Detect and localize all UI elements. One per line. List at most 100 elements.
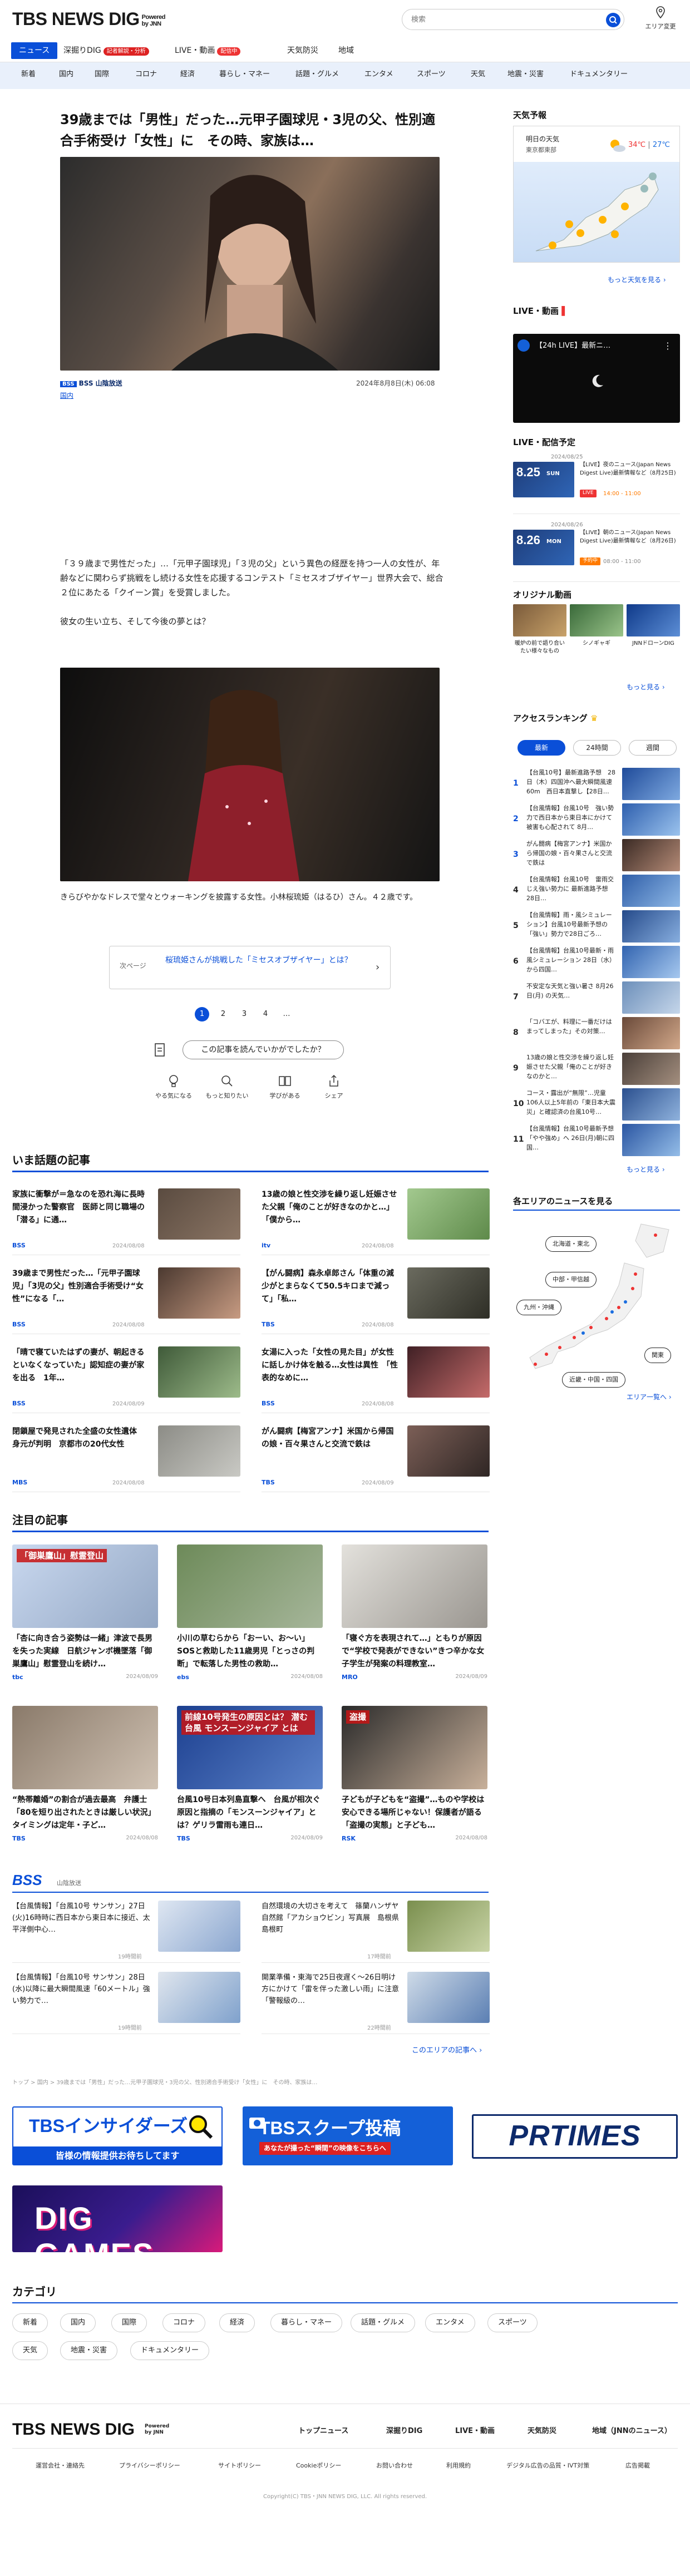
- ranking-tab-weekly[interactable]: 週間: [629, 740, 677, 756]
- ranking-tab-latest[interactable]: 最新: [518, 740, 565, 756]
- breadcrumb[interactable]: トップ > 国内 > 39歳までは「男性」だった…元甲子園球児・3児の父、性別適…: [12, 2079, 491, 2088]
- category-button[interactable]: 地震・災害: [60, 2341, 118, 2360]
- original-video-card[interactable]: シノギャギ: [570, 604, 623, 648]
- bss-card[interactable]: 自然環境の大切さを考えて 篠蘭ハンザヤ自然館「アカショウビン」写真展 島根県島根…: [262, 1901, 490, 1963]
- ranking-item[interactable]: 10 コース・露出が“無限”…児童106人以上5年前の「東日本大震災」と確認済の台…: [513, 1088, 680, 1124]
- ranking-tab-24h[interactable]: 24時間: [573, 740, 621, 756]
- footer-link-cookie[interactable]: Cookieポリシー: [296, 2461, 341, 2470]
- region-kyushu[interactable]: 九州・沖縄: [516, 1300, 561, 1315]
- bss-card[interactable]: 【台風情報】「台風10号 サンサン」28日(水)以降に最大瞬間風速「60メートル…: [12, 1972, 240, 2034]
- original-video-card[interactable]: JNNドローンDIG: [627, 604, 680, 648]
- bss-card[interactable]: 【台風情報】「台風10号 サンサン」27日(火)16時時に西日本から東日本に接近…: [12, 1901, 240, 1963]
- footer-link-privacy[interactable]: プライバシーポリシー: [119, 2461, 180, 2470]
- category-button[interactable]: 話題・グルメ: [351, 2313, 416, 2332]
- trending-card[interactable]: 閉鎖屋で発見された全盛の女性遺体 身元が判明 京都市の20代女性 MBS 2024/…: [12, 1425, 240, 1492]
- footer-link-ad-quality[interactable]: デジタル広告の品質・IVT対策: [506, 2461, 589, 2470]
- insiders-banner[interactable]: TBSインサイダーズ 皆様の情報提供お待ちしてます: [12, 2106, 223, 2165]
- ranking-item[interactable]: 6 【台風情報】台風10号最新・雨風シミュレーション 28日（水）から四国…: [513, 946, 680, 981]
- ranking-item[interactable]: 11 【台風情報】台風10号最新予想「やや強め」へ 26日(月)朝に四国…: [513, 1124, 680, 1159]
- nav-weather[interactable]: 天気防災: [279, 42, 326, 59]
- category-button[interactable]: 天気: [12, 2341, 48, 2360]
- region-hokkaido-tohoku[interactable]: 北海道・東北: [545, 1236, 597, 1252]
- category-button[interactable]: ドキュメンタリー: [130, 2341, 210, 2360]
- reaction-curious[interactable]: もっと知りたい: [205, 1074, 249, 1101]
- category-button[interactable]: 暮らし・マネー: [270, 2313, 343, 2332]
- article-category[interactable]: 国内: [60, 391, 73, 401]
- weather-widget[interactable]: 明日の天気 東京都東部 34℃ | 27℃: [513, 126, 680, 263]
- bss-more-link[interactable]: このエリアの記事へ ›: [412, 2045, 482, 2056]
- site-logo[interactable]: TBS NEWS DIG Powered by JNN: [12, 9, 166, 29]
- reaction-learned[interactable]: 学びがある: [263, 1074, 307, 1101]
- page-2[interactable]: 2: [216, 1007, 230, 1021]
- footer-nav-region[interactable]: 地域（JNNのニュース）: [592, 2426, 672, 2437]
- weather-more-link[interactable]: もっと天気を見る ›: [608, 275, 666, 285]
- footer-link-site-policy[interactable]: サイトポリシー: [218, 2461, 261, 2470]
- cat-corona[interactable]: コロナ: [135, 69, 157, 80]
- bss-card[interactable]: 開業準備・東海で25日夜遅く〜26日明け方にかけて「雷を伴った激しい雨」に注意 …: [262, 1972, 490, 2034]
- nav-news[interactable]: ニュース: [11, 42, 58, 59]
- page-3[interactable]: 3: [237, 1007, 252, 1021]
- category-button[interactable]: スポーツ: [487, 2313, 538, 2332]
- nav-live[interactable]: LIVE・動画 配信中: [167, 42, 248, 59]
- original-video-card[interactable]: 暖炉の前で語り合いたい様々なもの: [513, 604, 566, 655]
- cat-international[interactable]: 国際: [95, 69, 109, 80]
- article-source[interactable]: BSS BSS 山陰放送: [60, 378, 122, 389]
- search-button[interactable]: [606, 13, 620, 27]
- ranking-item[interactable]: 7 不安定な天気と強い暑さ 8月26日(月) の天気…: [513, 981, 680, 1017]
- more-vert-icon[interactable]: ⋮: [663, 339, 672, 353]
- ranking-item[interactable]: 4 【台風情報】台風10号 雷雨交じえ強い勢力に 最新進路予想 28日…: [513, 875, 680, 910]
- footer-nav-live[interactable]: LIVE・動画: [455, 2426, 495, 2437]
- category-button[interactable]: 国内: [60, 2313, 96, 2332]
- trending-card[interactable]: 女湯に入った「女性の見た目」が女性に話しかけ体を触る…女性は異性 「性表的なめに…: [262, 1346, 490, 1413]
- cat-tenki[interactable]: 天気: [471, 69, 485, 80]
- prtimes-banner[interactable]: PRTIMES: [472, 2114, 678, 2159]
- featured-card[interactable]: 盗撮 子どもが子どもを“盗撮”…ものや学校は安心できる場所じゃない！保護者が語る「…: [342, 1706, 487, 1845]
- footer-link-ads[interactable]: 広告掲載: [625, 2461, 650, 2470]
- page-1[interactable]: 1: [195, 1007, 209, 1021]
- scoop-banner[interactable]: TBSスクープ投稿 あなたが撮った“瞬間”の映像をこちらへ: [243, 2106, 453, 2165]
- area-change-button[interactable]: エリア変更: [641, 6, 680, 31]
- footer-link-company[interactable]: 運営会社・連絡先: [36, 2461, 85, 2470]
- featured-card[interactable]: 「寝ぐ方を表現されて…」ともりが原因で“学校で発表ができない”きつ辛かな女子学生…: [342, 1544, 487, 1684]
- nav-region[interactable]: 地域: [331, 42, 362, 59]
- next-page-link[interactable]: 次ページ 桜琉姫さんが挑戦した「ミセスオブザイヤー」とは？ ›: [109, 946, 391, 989]
- search-box[interactable]: [402, 9, 624, 30]
- featured-card[interactable]: 「御巣鷹山」慰霊登山 「杏に向き合う姿勢は一緒」津波で長男を失った実線 日航ジャン…: [12, 1544, 158, 1684]
- live-video-player[interactable]: 【24h LIVE】最新ニ… ⋮: [513, 334, 680, 423]
- cat-ent[interactable]: エンタメ: [364, 69, 393, 80]
- region-kinki[interactable]: 近畿・中国・四国: [562, 1372, 625, 1388]
- cat-life[interactable]: 暮らし・マネー: [219, 69, 270, 80]
- category-button[interactable]: エンタメ: [425, 2313, 475, 2332]
- region-kanto[interactable]: 関東: [644, 1348, 671, 1363]
- trending-card[interactable]: がん闘病【梅宮アンナ】米国から帰国の娘・百々果さんと交流で鉄は TBS 2024/0…: [262, 1425, 490, 1492]
- featured-card[interactable]: 前線10号発生の原因とは？ 潜む台風 モンスーンジャイア とは 台風10号日本列島…: [177, 1706, 323, 1845]
- schedule-item[interactable]: 2024/08/25 8.25 SUN 【LIVE】夜のニュース(Japan News…: [513, 453, 680, 514]
- page-4[interactable]: 4: [258, 1007, 273, 1021]
- reaction-share[interactable]: シェア: [312, 1074, 356, 1101]
- ranking-item[interactable]: 3 がん闘病【梅宮アンナ】米国から帰国の娘・百々果さんと交流で鉄は: [513, 839, 680, 875]
- category-button[interactable]: コロナ: [162, 2313, 206, 2332]
- cat-topics[interactable]: 話題・グルメ: [295, 69, 339, 80]
- category-button[interactable]: 新着: [12, 2313, 48, 2332]
- cat-documentary[interactable]: ドキュメンタリー: [570, 69, 628, 80]
- footer-link-terms[interactable]: 利用規約: [446, 2461, 471, 2470]
- footer-logo[interactable]: TBS NEWS DIG: [12, 2420, 135, 2439]
- trending-card[interactable]: 【がん闘病】森永卓郎さん「体重の減少がとまらなくて50.5キロまで減って」「私……: [262, 1267, 490, 1334]
- trending-card[interactable]: 13歳の娘と性交渉を繰り返し妊娠させた父親「俺のことが好きなのかと…」「僕から……: [262, 1188, 490, 1255]
- cat-economy[interactable]: 経済: [180, 69, 195, 80]
- region-chubu[interactable]: 中部・甲信越: [545, 1272, 597, 1287]
- category-button[interactable]: 経済: [219, 2313, 255, 2332]
- ranking-item[interactable]: 9 13歳の娘と性交渉を繰り返し妊娠させた父親「俺のことが好きなのかと…: [513, 1053, 680, 1088]
- footer-nav-weather[interactable]: 天気防災: [528, 2426, 556, 2437]
- reaction-motivated[interactable]: やる気になる: [151, 1074, 196, 1101]
- ranking-item[interactable]: 2 【台風情報】台風10号 強い勢力で西日本から東日本にかけて被害も心配されて 8…: [513, 803, 680, 839]
- nav-dig[interactable]: 深掘りDIG 記者解説・分析: [56, 42, 157, 59]
- ranking-item[interactable]: 8 「コバエが、料理に一番だけはまってしまった」その対策…: [513, 1017, 680, 1053]
- footer-nav-top[interactable]: トップニュース: [298, 2426, 348, 2437]
- trending-card[interactable]: 39歳まで男性だった…「元甲子園球児」「3児の父」性別適合手術受け“女性”になる…: [12, 1267, 240, 1334]
- featured-card[interactable]: 小川の草むらから「おーい、お〜い」SOSと救助した11歳男児「とっさの判断」で転…: [177, 1544, 323, 1684]
- ranking-more-link[interactable]: もっと見る ›: [627, 1164, 665, 1175]
- cat-new[interactable]: 新着: [21, 69, 36, 80]
- footer-nav-dig[interactable]: 深掘りDIG: [386, 2426, 422, 2437]
- trending-card[interactable]: 「晴で寝ていたはずの妻が、朝起きるといなくなっていた」認知症の妻が家を出る 1年…: [12, 1346, 240, 1413]
